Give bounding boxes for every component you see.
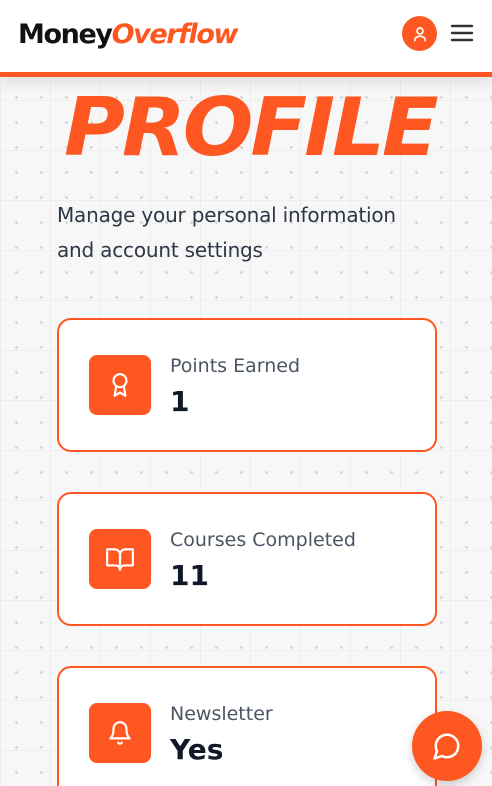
courses-icon-tile [89,529,151,589]
logo-overflow-text: Overflow [111,19,239,50]
award-icon [112,373,128,397]
newsletter-icon-tile [89,703,151,763]
page-subtitle: Manage your personal information and acc… [57,203,396,262]
points-earned-label: Points Earned [170,355,301,377]
bell-icon [109,721,131,745]
hamburger-menu-icon [450,24,474,42]
newsletter-card: Newsletter Yes [57,666,437,786]
newsletter-value: Yes [170,733,224,766]
points-earned-card: Points Earned 1 [57,318,437,452]
page-title: PROFILE [64,81,439,174]
newsletter-label: Newsletter [170,703,273,725]
user-icon [413,26,426,42]
courses-completed-card: Courses Completed 11 [57,492,437,626]
menu-button[interactable] [448,20,476,46]
profile-button[interactable] [402,16,437,51]
chat-bubble-icon [433,733,460,760]
logo[interactable]: MoneyOverflow [18,18,239,52]
points-icon-tile [89,355,151,415]
courses-completed-label: Courses Completed [170,529,356,551]
book-open-icon [106,548,134,571]
chat-button[interactable] [412,711,482,781]
logo-money-text: Money [18,19,113,50]
site-header: MoneyOverflow [0,0,492,77]
points-earned-value: 1 [170,385,190,418]
courses-completed-value: 11 [170,559,209,592]
